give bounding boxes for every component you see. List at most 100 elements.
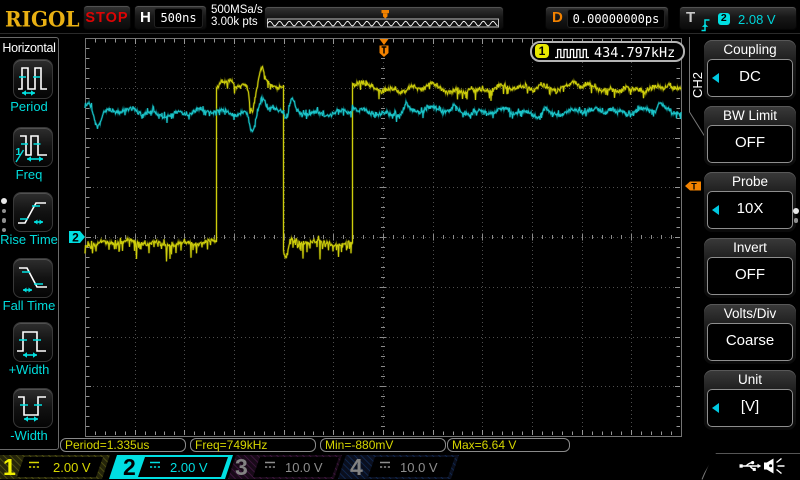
- menu-item-fall-time[interactable]: Fall Time: [0, 258, 58, 318]
- menu-item-invert[interactable]: InvertOFF: [704, 238, 796, 298]
- menu-item-value-box: 10X: [707, 191, 793, 229]
- channel-scale-box: 10.0 V: [253, 457, 339, 477]
- delay-value: 0.00000000ps: [568, 12, 664, 26]
- delay-label: D: [552, 9, 563, 26]
- freq-counter-value: 434.797kHz: [594, 45, 675, 61]
- channel-scale-box: 10.0 V: [368, 457, 455, 477]
- trigger-box[interactable]: T 2 2.08 V: [679, 6, 797, 30]
- sample-rate: 500MSa/s: [211, 4, 263, 16]
- menu-item-label: -Width: [0, 428, 58, 443]
- channel-4-indicator[interactable]: 4 10.0 V: [338, 455, 459, 479]
- timebase-value: 500ns: [155, 11, 202, 25]
- measure-menu-title: Horizontal: [0, 41, 58, 55]
- coupling-dc-icon: [149, 461, 162, 471]
- h-label: H: [140, 9, 151, 26]
- menu-item-rise-time[interactable]: Rise Time: [0, 192, 58, 252]
- menu-item-label: Period: [0, 99, 58, 114]
- waveform-preview[interactable]: [264, 6, 504, 30]
- ch2-position-marker[interactable]: 2: [69, 231, 85, 245]
- menu-item-title: BW Limit: [704, 108, 796, 123]
- trigger-level-value: 2.08 V: [738, 12, 776, 27]
- select-arrow-icon: [712, 205, 719, 215]
- rigol-logo: RIGOL: [5, 6, 80, 32]
- trace-ch1-glow: [85, 67, 681, 262]
- coupling-dc-icon: [264, 461, 277, 471]
- channel-scale-value: 2.00 V: [170, 460, 208, 475]
- menu-item-title: Unit: [704, 372, 796, 387]
- menu-item-unit[interactable]: Unit [V]: [704, 370, 796, 430]
- menu-item-coupling[interactable]: Coupling DC: [704, 40, 796, 100]
- usb-icon: [740, 461, 762, 471]
- svg-text:1: 1: [16, 146, 22, 158]
- horizontal-timebase-box[interactable]: H 500ns: [134, 5, 207, 30]
- fall-time-icon: [13, 258, 53, 298]
- measurement-cell-4: Max=6.64 V: [447, 438, 570, 452]
- rise-time-icon: [13, 192, 53, 232]
- preview-window-rect: [268, 19, 499, 27]
- freq-icon: 1: [13, 127, 53, 167]
- run-state-label: STOP: [84, 10, 130, 26]
- coupling-dc-icon: [28, 461, 41, 471]
- menu-item-period[interactable]: Period: [0, 59, 58, 119]
- measure-menu-panel: Horizontal Period 1 Freq Rise Time Fall …: [0, 37, 59, 450]
- menu-item-value-box: DC: [707, 59, 793, 97]
- channel-scale-box: 2.00 V: [17, 457, 103, 477]
- measurement-cell-3: Min=-880mV: [320, 438, 446, 452]
- measurement-cell-2: Freq=749kHz: [190, 438, 316, 452]
- channel-status-bar: 1 2.00 V2 2.00 V3 10.0 V4 10.0 V: [0, 453, 800, 480]
- menu-item-title: Coupling: [704, 42, 796, 57]
- plus-width-icon: [13, 322, 53, 362]
- menu-item-value: 10X: [708, 200, 792, 217]
- trigger-slope-rising-icon: [700, 7, 714, 33]
- preview-waveform: [268, 21, 498, 26]
- minus-width-icon: [13, 388, 53, 428]
- trigger-position-marker[interactable]: [380, 39, 389, 57]
- top-status-bar: RIGOL STOP H 500ns 500MSa/s 3.00k pts D …: [0, 0, 800, 34]
- channel-scale-value: 10.0 V: [285, 460, 323, 475]
- select-arrow-icon: [712, 73, 719, 83]
- menu-item-title: Probe: [704, 174, 796, 189]
- trigger-level-marker[interactable]: T: [685, 182, 701, 192]
- channel-2-indicator[interactable]: 2 2.00 V: [109, 455, 233, 479]
- menu-item-value: DC: [708, 68, 792, 85]
- menu-item-bw-limit[interactable]: BW LimitOFF: [704, 106, 796, 166]
- memory-depth: 3.00k pts: [211, 16, 263, 28]
- menu-item-title: Invert: [704, 240, 796, 255]
- svg-text:T: T: [691, 182, 697, 192]
- coupling-dc-icon: [379, 461, 392, 471]
- menu-item-label: Freq: [0, 167, 58, 182]
- menu-item-value: [V]: [708, 398, 792, 415]
- left-menu-page-dot-3: [2, 218, 6, 222]
- menu-item--width[interactable]: +Width: [0, 322, 58, 382]
- menu-item-label: Rise Time: [0, 232, 58, 247]
- delay-box[interactable]: D 0.00000000ps: [545, 6, 669, 30]
- square-wave-icon: [554, 46, 591, 59]
- svg-text:2: 2: [72, 231, 79, 245]
- menu-item-value-box: [V]: [707, 389, 793, 427]
- menu-item-label: Fall Time: [0, 298, 58, 313]
- run-state-indicator[interactable]: STOP: [83, 5, 131, 30]
- channel-number: 3: [235, 455, 248, 479]
- freq-counter-channel: 1: [535, 44, 549, 58]
- channel-1-indicator[interactable]: 1 2.00 V: [0, 455, 110, 479]
- graticule: [85, 38, 682, 437]
- frequency-counter-badge: 1 434.797kHz: [530, 41, 685, 62]
- channel-3-indicator[interactable]: 3 10.0 V: [228, 455, 342, 479]
- channel-scale-value: 10.0 V: [400, 460, 438, 475]
- oscilloscope-screen: RIGOL STOP H 500ns 500MSa/s 3.00k pts D …: [0, 0, 800, 480]
- trace-ch1: [85, 67, 681, 262]
- menu-item-probe[interactable]: Probe 10X: [704, 172, 796, 232]
- menu-item-value: Coarse: [708, 332, 792, 349]
- trigger-source-badge: 2: [718, 13, 730, 25]
- measurement-cell-1: Period=1.335us: [60, 438, 186, 452]
- channel-number: 4: [350, 455, 363, 479]
- trigger-label: T: [686, 9, 695, 26]
- menu-item-label: +Width: [0, 362, 58, 377]
- menu-item--width[interactable]: -Width: [0, 388, 58, 448]
- menu-item-volts-div[interactable]: Volts/DivCoarse: [704, 304, 796, 364]
- channel-scale-box: 2.00 V: [138, 457, 228, 477]
- acquisition-info: 500MSa/s 3.00k pts: [211, 4, 263, 28]
- menu-item-freq[interactable]: 1 Freq: [0, 127, 58, 187]
- status-icon-tray: [700, 453, 800, 480]
- preview-trigger-marker: [382, 10, 390, 19]
